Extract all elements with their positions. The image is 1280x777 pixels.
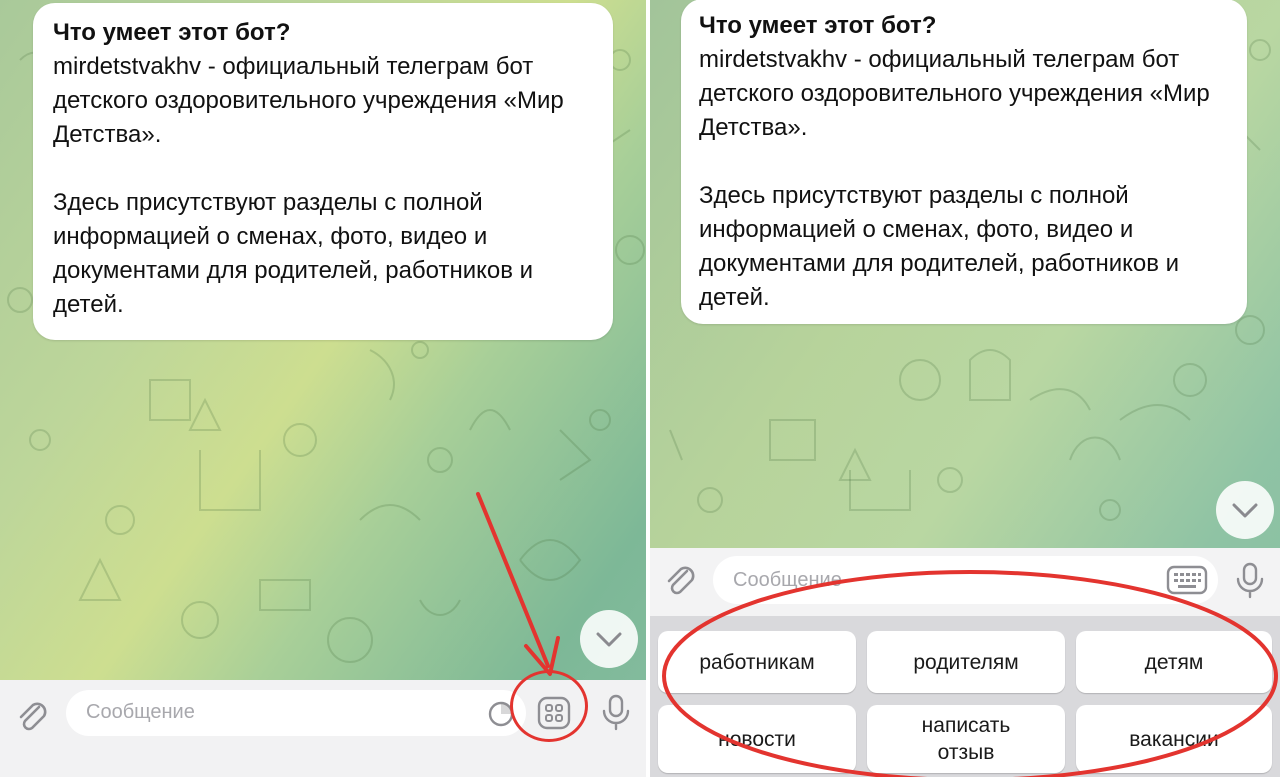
chevron-down-icon xyxy=(1232,503,1258,518)
bubble-text: mirdetstvakhv - официальный телеграм бот… xyxy=(53,53,564,318)
bot-description-bubble: Что умеет этот бот? mirdetstvakhv - офиц… xyxy=(33,3,613,340)
message-field[interactable]: Сообщение xyxy=(66,690,526,736)
annotation-arrow xyxy=(476,492,560,676)
bot-menu-icon[interactable] xyxy=(536,695,572,731)
microphone-icon[interactable] xyxy=(598,692,634,732)
bubble-text: mirdetstvakhv - официальный телеграм бот… xyxy=(699,46,1210,311)
bot-description-bubble: Что умеет этот бот? mirdetstvakhv - офиц… xyxy=(681,0,1247,324)
scroll-down-button[interactable] xyxy=(1216,481,1274,539)
attach-icon[interactable] xyxy=(14,698,50,734)
left-screenshot: Что умеет этот бот? mirdetstvakhv - офиц… xyxy=(0,0,646,777)
message-input-bar: Сообщение xyxy=(0,670,646,777)
annotation-ellipse xyxy=(662,570,1278,777)
bubble-title: Что умеет этот бот? xyxy=(53,19,291,46)
bubble-title: Что умеет этот бот? xyxy=(699,12,937,39)
message-placeholder: Сообщение xyxy=(86,701,195,723)
right-screenshot: Что умеет этот бот? mirdetstvakhv - офиц… xyxy=(650,0,1280,777)
